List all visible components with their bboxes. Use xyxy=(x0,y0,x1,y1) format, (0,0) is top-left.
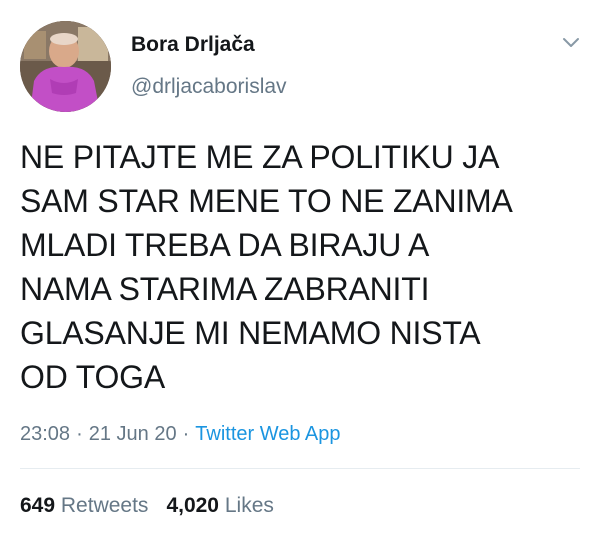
tweet-text-line: OD TOGA xyxy=(20,359,166,395)
tweet-metadata: 23:08 · 21 Jun 20 · Twitter Web App xyxy=(20,423,341,446)
author-handle[interactable]: @drljacaborislav xyxy=(131,75,287,99)
likes-count: 4,020 xyxy=(166,494,219,517)
retweets-stat[interactable]: 649 Retweets xyxy=(20,494,148,517)
divider xyxy=(20,468,580,469)
chevron-down-icon[interactable] xyxy=(562,36,580,50)
tweet-text-line: SAM STAR MENE TO NE ZANIMA xyxy=(20,183,513,219)
tweet-text-line: NE PITAJTE ME ZA POLITIKU JA xyxy=(20,139,500,175)
tweet-time[interactable]: 23:08 xyxy=(20,423,70,445)
tweet-text-line: MLADI TREBA DA BIRAJU A xyxy=(20,227,430,263)
retweets-count: 649 xyxy=(20,494,56,517)
tweet-card: Bora Drljača @drljacaborislav NE PITAJTE… xyxy=(0,0,600,542)
meta-separator: · xyxy=(182,423,190,445)
tweet-text: NE PITAJTE ME ZA POLITIKU JA SAM STAR ME… xyxy=(20,135,590,399)
tweet-text-line: GLASANJE MI NEMAMO NISTA xyxy=(20,315,481,351)
profile-photo-icon xyxy=(20,21,111,112)
tweet-text-line: NAMA STARIMA ZABRANITI xyxy=(20,271,430,307)
likes-label: Likes xyxy=(224,494,274,517)
author-display-name[interactable]: Bora Drljača xyxy=(131,33,255,57)
meta-separator: · xyxy=(76,423,83,445)
tweet-stats: 649 Retweets 4,020 Likes xyxy=(20,494,274,518)
tweet-source-link[interactable]: Twitter Web App xyxy=(195,423,340,445)
retweets-label: Retweets xyxy=(60,494,149,517)
tweet-date[interactable]: 21 Jun 20 xyxy=(89,423,177,445)
author-avatar[interactable] xyxy=(20,21,111,112)
likes-stat[interactable]: 4,020 Likes xyxy=(166,494,273,517)
